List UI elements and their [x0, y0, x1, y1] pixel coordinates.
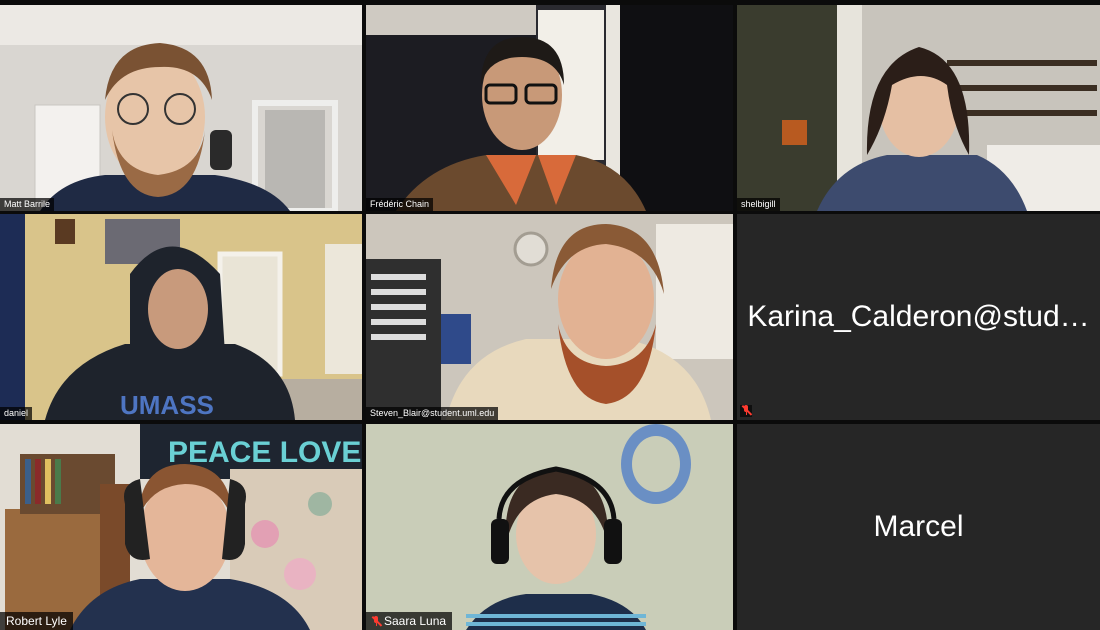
participant-tile-daniel[interactable]: UMASS daniel [0, 214, 362, 420]
participant-display-name: Karina_Calderon@stud… [747, 300, 1090, 333]
participant-name: Robert Lyle [6, 614, 67, 628]
participant-name-tag: Frédéric Chain [366, 198, 434, 211]
participant-video: UMASS [0, 214, 362, 420]
participant-name-tag: Steven_Blair@student.uml.edu [366, 407, 499, 420]
participant-tile-steven-blair[interactable]: Steven_Blair@student.uml.edu [366, 214, 733, 420]
participant-tile-karina-calderon[interactable]: Karina_Calderon@stud… [737, 214, 1100, 420]
participant-tile-saara-luna[interactable]: Saara Luna [366, 424, 733, 630]
svg-text:UMASS: UMASS [120, 390, 214, 420]
participant-tile-frederic-chain[interactable]: Frédéric Chain [366, 5, 733, 211]
participant-name-tag: Matt Barrile [0, 198, 55, 211]
participant-name: Steven_Blair@student.uml.edu [370, 408, 495, 418]
participant-video: PEACE LOVE [0, 424, 362, 630]
participant-name: Matt Barrile [4, 199, 51, 209]
participant-video [366, 424, 733, 630]
participant-video [366, 5, 733, 211]
participant-name-tag: Robert Lyle [0, 612, 73, 630]
participant-tile-marcel[interactable]: Marcel [737, 424, 1100, 630]
muted-indicator [740, 405, 752, 417]
participant-video [366, 214, 733, 420]
participant-tile-robert-lyle[interactable]: PEACE LOVE Robert Lyle [0, 424, 362, 630]
participant-name-tag: shelbigill [737, 198, 780, 211]
participant-name-tag: Saara Luna [366, 612, 453, 630]
participant-display-name: Marcel [873, 510, 964, 543]
participant-video [737, 5, 1100, 211]
participant-name: shelbigill [741, 199, 776, 209]
svg-text:PEACE LOVE: PEACE LOVE [168, 436, 361, 469]
participant-tile-shelbigill[interactable]: shelbigill [737, 5, 1100, 211]
participant-video [0, 5, 362, 211]
video-gallery: Matt Barrile Frédéric Chain shelbigill U… [0, 0, 1100, 630]
participant-name: daniel [4, 408, 29, 418]
participant-name-tag: daniel [0, 407, 33, 420]
participant-name: Frédéric Chain [370, 199, 430, 209]
participant-tile-matt-barrile[interactable]: Matt Barrile [0, 5, 362, 211]
muted-microphone-icon [741, 405, 752, 416]
participant-name: Saara Luna [384, 614, 447, 628]
muted-microphone-icon [371, 615, 382, 627]
